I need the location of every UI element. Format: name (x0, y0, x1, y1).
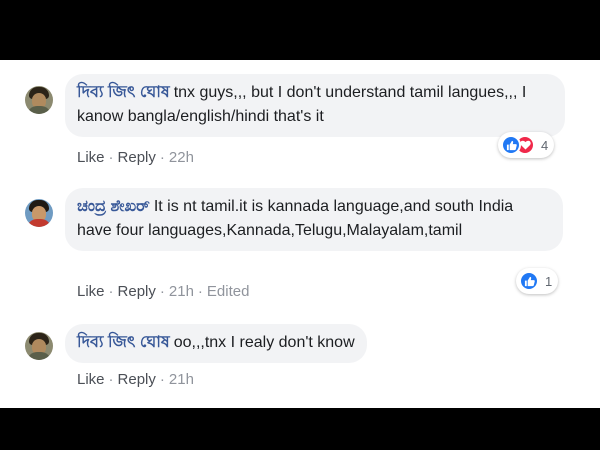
comment-actions: Like · Reply · 22h (77, 149, 194, 166)
like-link[interactable]: Like (77, 371, 105, 388)
comment-author[interactable]: ಚಂದ್ರ ಶೇಖರ್ (77, 198, 150, 215)
like-link[interactable]: Like (77, 149, 105, 166)
thumbs-up-icon (501, 135, 521, 155)
comment-actions: Like · Reply · 21h · Edited (77, 283, 250, 300)
comment-bubble: দিব্য জিৎ ঘোষ oo,,,tnx I realy don't know (65, 324, 367, 363)
reply-link[interactable]: Reply (118, 371, 156, 388)
avatar[interactable] (25, 199, 53, 227)
comment-author[interactable]: দিব্য জিৎ ঘোষ (77, 334, 170, 351)
avatar[interactable] (25, 86, 53, 114)
comment-author[interactable]: দিব্য জিৎ ঘোষ (77, 84, 170, 101)
reaction-count: 1 (545, 273, 553, 289)
reaction-count: 4 (541, 137, 549, 153)
comment-timestamp[interactable]: 21h (169, 371, 194, 388)
reaction-summary[interactable]: 1 (516, 268, 559, 294)
like-link[interactable]: Like (77, 283, 105, 300)
thumbs-up-icon (519, 271, 539, 291)
avatar[interactable] (25, 332, 53, 360)
reply-link[interactable]: Reply (118, 283, 156, 300)
comment-timestamp[interactable]: 22h (169, 149, 194, 166)
comment-bubble: ಚಂದ್ರ ಶೇಖರ್ It is nt tamil.it is kannada … (65, 188, 563, 251)
comment-bubble: দিব্য জিৎ ঘোষ tnx guys,,, but I don't und… (65, 74, 565, 137)
comments-panel: দিব্য জিৎ ঘোষ tnx guys,,, but I don't und… (0, 60, 600, 408)
reaction-summary[interactable]: 4 (498, 132, 555, 158)
comment-timestamp[interactable]: 21h (169, 283, 194, 300)
comment-text: oo,,,tnx I realy don't know (173, 334, 355, 351)
edited-label[interactable]: Edited (207, 283, 250, 300)
comment-actions: Like · Reply · 21h (77, 371, 194, 388)
reply-link[interactable]: Reply (118, 149, 156, 166)
